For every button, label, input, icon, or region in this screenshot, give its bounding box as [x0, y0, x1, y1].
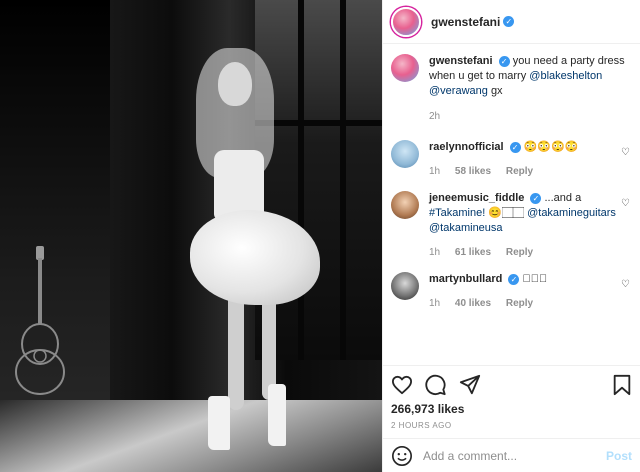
caption-mention[interactable]: @blakeshelton [529, 70, 602, 82]
action-icons-row [391, 372, 632, 398]
heart-icon[interactable]: ♡ [621, 147, 630, 158]
caption-username[interactable]: gwenstefani [429, 55, 493, 67]
comment-username[interactable]: jeneemusic_fiddle [429, 192, 524, 204]
list-item: martynbullard ✓ 🏻🏻🏻 1h 40 likes Reply ♡ [391, 272, 632, 311]
comment-mention[interactable]: @takamineusa [429, 222, 503, 234]
caption-avatar[interactable] [391, 54, 419, 82]
photo-window-frame [298, 0, 304, 360]
list-item: jeneemusic_fiddle ✓ ...and a #Takamine! … [391, 191, 632, 260]
comment-text: 😳😳😳😳 [523, 141, 579, 153]
comment-likes[interactable]: 61 likes [455, 247, 491, 258]
photo-window-frame [255, 120, 382, 126]
heart-icon[interactable] [391, 375, 413, 395]
post-actions: 266,973 likes 2 HOURS AGO [383, 365, 640, 430]
commenter-avatar[interactable] [391, 140, 419, 168]
likes-count[interactable]: 266,973 likes [391, 402, 632, 416]
author-avatar[interactable] [391, 6, 421, 37]
guitar-silhouette [15, 246, 65, 395]
comment-username[interactable]: raelynnofficial [429, 141, 504, 153]
comment-time[interactable]: 1h [429, 298, 440, 309]
photo-boot [208, 396, 230, 450]
commenter-avatar[interactable] [391, 272, 419, 300]
comment-mention[interactable]: @takamineguitars [527, 207, 616, 219]
photo-person-leg [228, 290, 244, 410]
comment-meta: 1h 61 likes Reply [429, 245, 632, 260]
post-timestamp[interactable]: 2 HOURS AGO [391, 421, 632, 430]
comment-likes[interactable]: 40 likes [455, 298, 491, 309]
comment-icon[interactable] [425, 374, 447, 396]
comment-hashtag[interactable]: #Takamine! [429, 207, 485, 219]
verified-badge-icon: ✓ [509, 141, 521, 153]
comment-input[interactable]: Add a comment... [423, 449, 606, 463]
reply-button[interactable]: Reply [506, 166, 533, 177]
photo-person-head [218, 62, 252, 106]
heart-icon[interactable]: ♡ [621, 279, 630, 290]
photo-floor [0, 400, 382, 472]
photo-window-frame [340, 0, 346, 360]
share-icon[interactable] [459, 374, 481, 396]
comment-username[interactable]: martynbullard [429, 273, 502, 285]
add-comment-bar: Add a comment... Post [383, 438, 640, 472]
post-modal: gwenstefani ✓ gwenstefani ✓ you need a p… [0, 0, 640, 472]
verified-badge-icon: ✓ [530, 192, 542, 204]
comment-meta: 1h 40 likes Reply [429, 296, 632, 311]
reply-button[interactable]: Reply [506, 298, 533, 309]
list-item: raelynnofficial ✓ 😳😳😳😳 1h 58 likes Reply… [391, 140, 632, 179]
comment-meta: 1h 58 likes Reply [429, 164, 632, 179]
heart-icon[interactable]: ♡ [621, 198, 630, 209]
comment-likes[interactable]: 58 likes [455, 166, 491, 177]
caption-time[interactable]: 2h [429, 109, 632, 124]
verified-badge-icon: ✓ [498, 55, 510, 67]
reply-button[interactable]: Reply [506, 247, 533, 258]
post-side-panel: gwenstefani ✓ gwenstefani ✓ you need a p… [382, 0, 640, 472]
comment-time[interactable]: 1h [429, 166, 440, 177]
comment-time[interactable]: 1h [429, 247, 440, 258]
caption-mention[interactable]: @verawang [429, 85, 488, 97]
post-button[interactable]: Post [606, 449, 632, 463]
author-username[interactable]: gwenstefani [431, 15, 500, 29]
verified-badge-icon: ✓ [508, 273, 520, 285]
post-header: gwenstefani ✓ [383, 0, 640, 44]
comment-text: ...and a [544, 192, 582, 204]
caption: gwenstefani ✓ you need a party dress whe… [391, 54, 632, 124]
comments-list[interactable]: gwenstefani ✓ you need a party dress whe… [383, 44, 640, 365]
commenter-avatar[interactable] [391, 191, 419, 219]
emoji-icon[interactable] [391, 445, 413, 467]
caption-tail: gx [490, 85, 503, 97]
photo-boot [268, 384, 286, 446]
post-photo[interactable] [0, 0, 382, 472]
verified-badge-icon: ✓ [503, 16, 515, 27]
comment-emoji: 😊🏻🏻 [488, 207, 525, 219]
bookmark-icon[interactable] [612, 374, 632, 396]
